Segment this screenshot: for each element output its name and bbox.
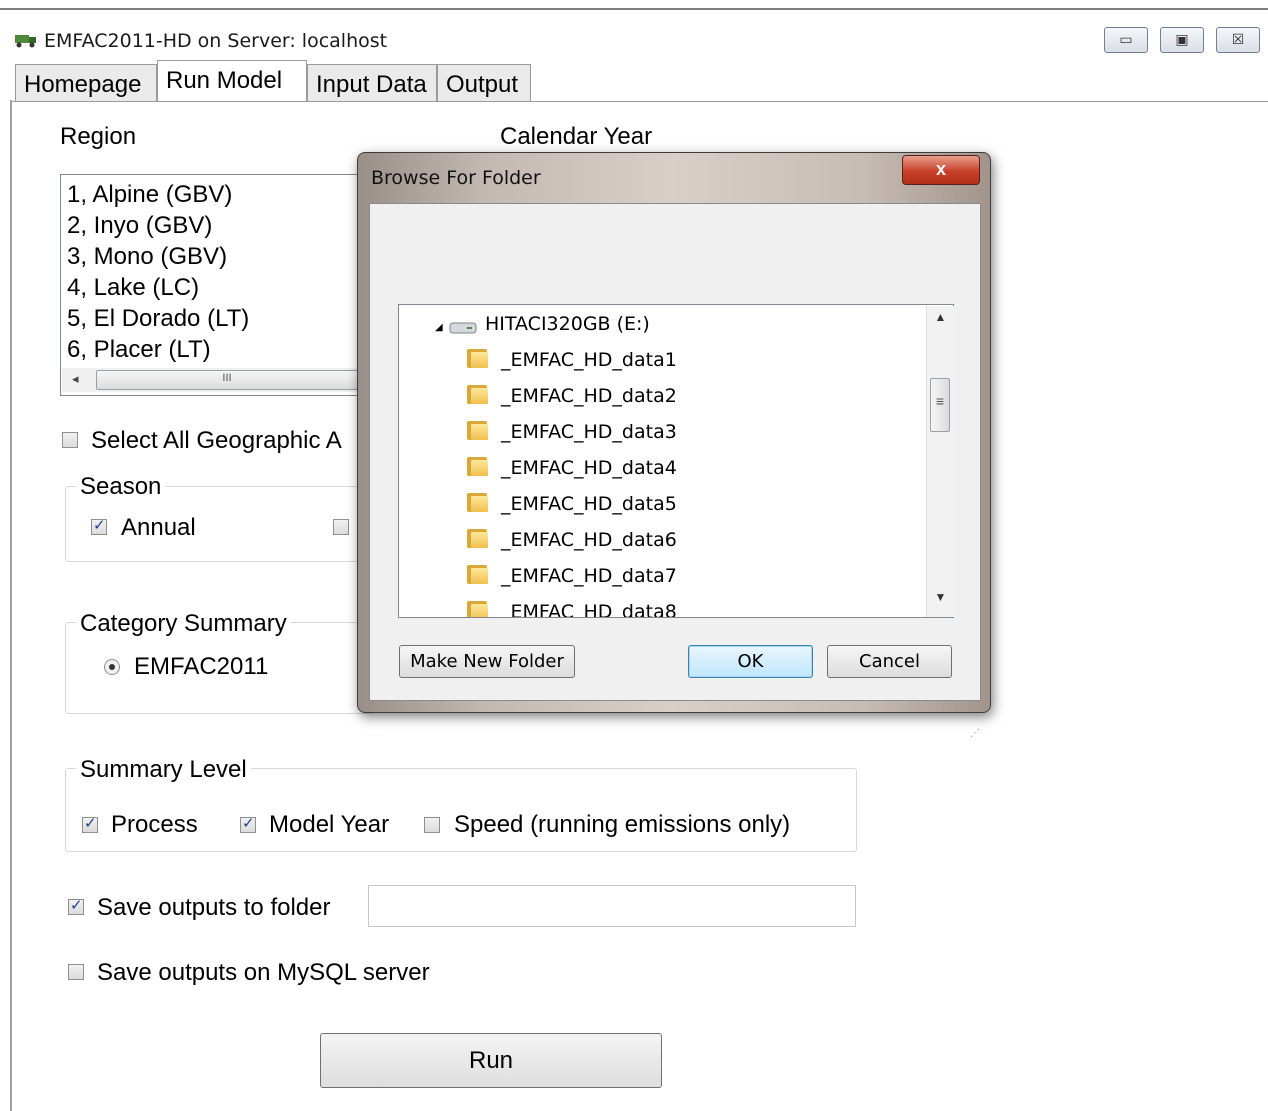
- save-mysql-checkbox[interactable]: [68, 964, 84, 980]
- emfac2011-label: EMFAC2011: [134, 653, 269, 680]
- dialog-client-area: ◢ HITACI320GB (E:) _EMFAC_HD_data1 _EMFA…: [369, 203, 981, 739]
- calendar-year-label: Calendar Year: [500, 123, 653, 150]
- make-new-folder-button[interactable]: Make New Folder: [399, 645, 575, 678]
- process-label: Process: [111, 811, 198, 838]
- tree-scroll-thumb[interactable]: ≡: [930, 378, 950, 432]
- season-group-title: Season: [76, 473, 166, 501]
- tab-run-model[interactable]: Run Model: [157, 60, 307, 102]
- ok-button[interactable]: OK: [688, 645, 813, 678]
- model-year-checkbox[interactable]: [240, 814, 256, 833]
- tree-item-folder[interactable]: _EMFAC_HD_data7: [501, 565, 677, 587]
- close-button[interactable]: ☒: [1216, 27, 1260, 53]
- tab-homepage[interactable]: Homepage: [15, 64, 157, 102]
- run-button[interactable]: Run: [320, 1033, 662, 1088]
- resize-grip-icon[interactable]: ⋰: [970, 728, 980, 739]
- tree-expander-icon[interactable]: ◢: [435, 313, 443, 335]
- scroll-down-icon[interactable]: ▼: [927, 590, 954, 612]
- region-list[interactable]: 1, Alpine (GBV) 2, Inyo (GBV) 3, Mono (G…: [60, 174, 360, 396]
- tree-item-folder[interactable]: _EMFAC_HD_data1: [501, 349, 677, 371]
- close-icon: x: [935, 159, 946, 179]
- tree-item-folder[interactable]: _EMFAC_HD_data2: [501, 385, 677, 407]
- process-checkbox[interactable]: [82, 814, 98, 833]
- tree-item-drive[interactable]: HITACI320GB (E:): [485, 313, 650, 335]
- folder-icon: [467, 383, 489, 405]
- tree-item-folder[interactable]: _EMFAC_HD_data3: [501, 421, 677, 443]
- scroll-grip-icon: ≡: [935, 393, 945, 409]
- scroll-up-icon[interactable]: ▲: [927, 310, 954, 332]
- folder-icon: [467, 563, 489, 585]
- folder-icon: [467, 455, 489, 477]
- tab-strip-divider: [12, 101, 1268, 102]
- window-top-edge: [0, 0, 1268, 10]
- window-left-border: [10, 100, 12, 1111]
- maximize-button[interactable]: ▣: [1160, 27, 1204, 53]
- minimize-button[interactable]: ▭: [1104, 27, 1148, 53]
- model-year-label: Model Year: [269, 811, 390, 838]
- main-window: EMFAC2011-HD on Server: localhost ▭ ▣ ☒ …: [0, 0, 1268, 1111]
- tree-clip: _EMFAC_HD_data8: [399, 595, 925, 617]
- close-icon: ☒: [1231, 31, 1245, 47]
- list-item[interactable]: 3, Mono (GBV): [67, 243, 227, 271]
- scroll-left-icon[interactable]: ◂: [72, 371, 79, 387]
- summary-level-title: Summary Level: [76, 756, 251, 784]
- folder-icon: [467, 347, 489, 369]
- browse-folder-dialog: Browse For Folder x ◢ HITACI320GB (E:) _…: [357, 152, 991, 739]
- tree-item-folder[interactable]: _EMFAC_HD_data5: [501, 493, 677, 515]
- speed-label: Speed (running emissions only): [454, 811, 791, 838]
- list-item[interactable]: 6, Placer (LT): [67, 336, 211, 364]
- season-second-checkbox[interactable]: [333, 519, 349, 535]
- tab-input-data[interactable]: Input Data: [307, 64, 437, 102]
- maximize-icon: ▣: [1175, 31, 1189, 47]
- region-label: Region: [60, 123, 137, 150]
- select-all-label: Select All Geographic A: [91, 427, 342, 454]
- folder-icon: [467, 527, 489, 549]
- expand-arrow-icon: ◢: [435, 322, 443, 333]
- list-item[interactable]: 5, El Dorado (LT): [67, 305, 249, 333]
- annual-label: Annual: [121, 514, 196, 541]
- folder-icon: [467, 419, 489, 441]
- title-bar: EMFAC2011-HD on Server: localhost: [10, 26, 1266, 56]
- dialog-title: Browse For Folder: [371, 167, 541, 189]
- minimize-icon: ▭: [1119, 31, 1133, 47]
- scroll-grip-icon: III: [222, 372, 232, 384]
- list-item[interactable]: 2, Inyo (GBV): [67, 212, 212, 240]
- save-folder-label: Save outputs to folder: [97, 894, 331, 921]
- annual-checkbox[interactable]: [91, 516, 107, 535]
- tree-item-folder[interactable]: _EMFAC_HD_data4: [501, 457, 677, 479]
- category-summary-title: Category Summary: [76, 610, 291, 638]
- save-mysql-label: Save outputs on MySQL server: [97, 959, 430, 986]
- drive-icon: [449, 322, 477, 334]
- folder-icon: [467, 599, 489, 617]
- emfac2011-radio[interactable]: [104, 659, 120, 675]
- tree-item-folder[interactable]: _EMFAC_HD_data8: [501, 601, 677, 617]
- app-truck-icon: [15, 35, 36, 48]
- list-item[interactable]: 4, Lake (LC): [67, 274, 199, 302]
- region-list-scroll-thumb[interactable]: III: [96, 370, 358, 390]
- tree-item-folder[interactable]: _EMFAC_HD_data6: [501, 529, 677, 551]
- select-all-checkbox[interactable]: [62, 432, 78, 448]
- cancel-button[interactable]: Cancel: [827, 645, 952, 678]
- save-folder-checkbox[interactable]: [68, 896, 84, 915]
- folder-tree[interactable]: ◢ HITACI320GB (E:) _EMFAC_HD_data1 _EMFA…: [398, 304, 954, 618]
- list-item[interactable]: 1, Alpine (GBV): [67, 181, 232, 209]
- folder-icon: [467, 491, 489, 513]
- tab-output[interactable]: Output: [437, 64, 531, 102]
- speed-checkbox[interactable]: [424, 817, 440, 833]
- tree-vscrollbar[interactable]: ▲ ≡ ▼: [926, 306, 954, 617]
- dialog-close-button[interactable]: x: [902, 155, 980, 185]
- window-title: EMFAC2011-HD on Server: localhost: [44, 30, 388, 52]
- save-folder-input[interactable]: [368, 885, 856, 927]
